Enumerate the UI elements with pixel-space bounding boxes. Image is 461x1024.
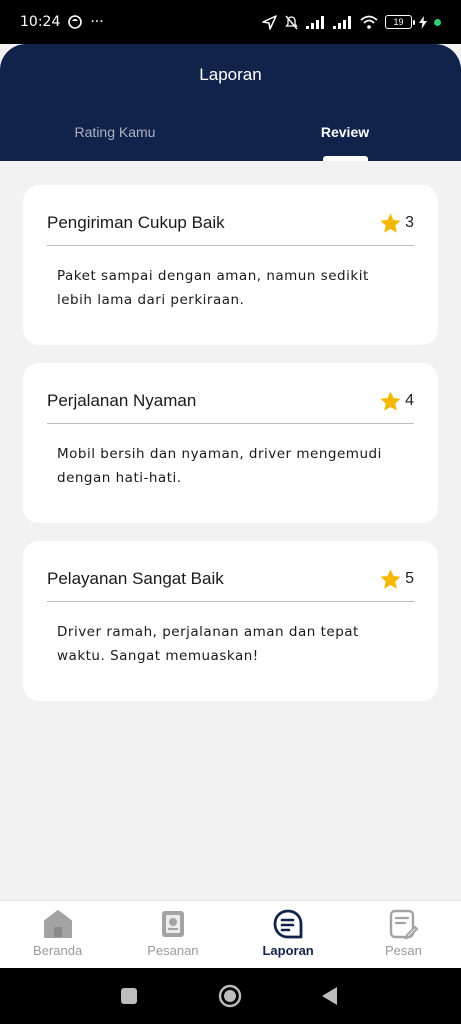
signal-icon-2 — [333, 15, 351, 29]
tab-review[interactable]: Review — [230, 124, 460, 140]
battery-icon: 19 — [385, 15, 415, 29]
review-title: Pelayanan Sangat Baik — [47, 569, 224, 588]
recents-button[interactable] — [120, 987, 138, 1005]
review-title: Perjalanan Nyaman — [47, 391, 197, 410]
header: Laporan Rating Kamu Review — [0, 44, 461, 161]
notification-icon — [68, 15, 83, 29]
system-nav-bar — [0, 968, 461, 1024]
location-icon — [262, 14, 277, 30]
nav-label: Pesan — [384, 943, 422, 958]
review-text: Mobil bersih dan nyaman, driver mengemud… — [57, 446, 382, 486]
review-rating: 4 — [379, 390, 414, 413]
nav-label: Beranda — [33, 943, 83, 958]
rating-value: 4 — [405, 392, 414, 409]
status-bar: 10:24 ··· 19 — [0, 0, 461, 44]
rating-value: 5 — [405, 570, 414, 587]
message-icon — [390, 909, 419, 940]
nav-label: Laporan — [262, 943, 314, 958]
review-card[interactable]: Pelayanan Sangat Baik 5 Driver ramah, pe… — [23, 541, 438, 701]
star-icon — [380, 568, 401, 589]
mute-icon — [285, 15, 298, 29]
nav-item-laporan[interactable]: Laporan — [231, 901, 346, 968]
star-icon — [380, 390, 401, 411]
review-rating: 5 — [379, 568, 414, 591]
back-button[interactable] — [320, 986, 338, 1006]
review-text: Driver ramah, perjalanan aman dan tepat … — [57, 624, 359, 664]
home-icon — [43, 910, 72, 938]
report-icon — [273, 909, 303, 939]
divider — [47, 245, 414, 246]
charging-icon — [419, 15, 427, 29]
rating-value: 3 — [405, 214, 414, 231]
divider — [47, 601, 414, 602]
more-notifications-icon: ··· — [90, 14, 104, 30]
review-card[interactable]: Pengiriman Cukup Baik 3 Paket sampai den… — [23, 185, 438, 345]
orders-icon — [161, 911, 184, 937]
nav-label: Pesanan — [147, 943, 199, 958]
page-title: Laporan — [199, 65, 262, 84]
star-icon — [380, 212, 401, 233]
tab-indicator — [323, 156, 368, 161]
review-text: Paket sampai dengan aman, namun sedikit … — [57, 268, 369, 308]
status-dot — [434, 18, 441, 26]
tab-rating-kamu[interactable]: Rating Kamu — [0, 124, 230, 140]
bottom-nav: Beranda Pesanan Laporan Pesan — [0, 900, 461, 968]
status-time: 10:24 — [20, 14, 61, 30]
wifi-icon — [360, 15, 378, 29]
nav-item-beranda[interactable]: Beranda — [0, 901, 115, 968]
divider — [47, 423, 414, 424]
review-rating: 3 — [379, 212, 414, 235]
review-card[interactable]: Perjalanan Nyaman 4 Mobil bersih dan nya… — [23, 363, 438, 523]
nav-item-pesanan[interactable]: Pesanan — [115, 901, 230, 968]
review-list: Pengiriman Cukup Baik 3 Paket sampai den… — [23, 185, 438, 719]
nav-item-pesan[interactable]: Pesan — [346, 901, 461, 968]
review-title: Pengiriman Cukup Baik — [47, 213, 225, 232]
signal-icon — [306, 15, 324, 29]
home-button[interactable] — [218, 984, 242, 1008]
app-screen: Laporan Rating Kamu Review Pengiriman Cu… — [0, 44, 461, 968]
